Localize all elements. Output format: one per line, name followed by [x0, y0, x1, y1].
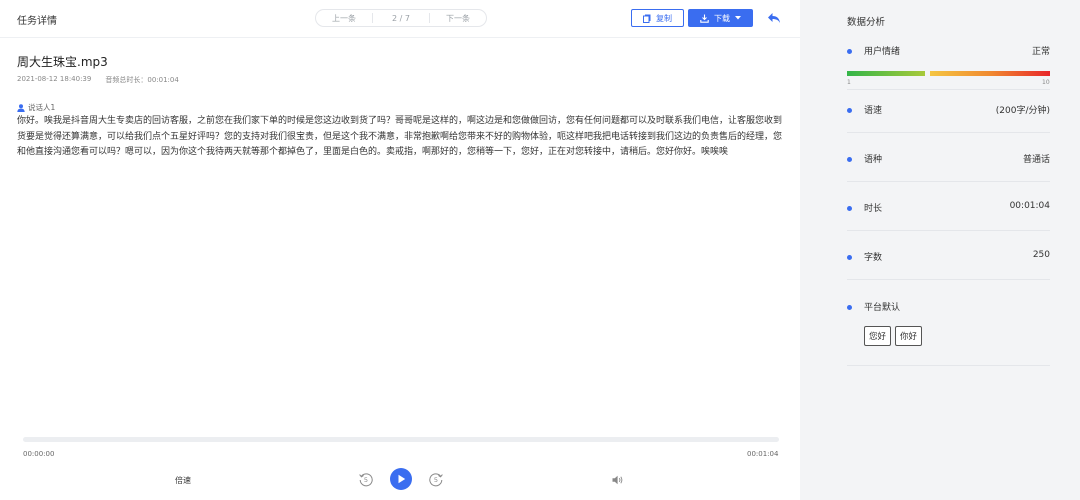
copy-button[interactable]: 复制 [631, 9, 684, 27]
bullet-dot [847, 206, 852, 211]
speaker-name: 说话人1 [28, 103, 56, 112]
chevron-down-icon [735, 16, 741, 20]
divider [847, 365, 1050, 366]
task-detail-panel: 任务详情 上一条 2 / 7 下一条 复制 下载 周大生珠宝.mp3 2021-… [0, 0, 800, 500]
stat-value: (200字/分钟) [995, 106, 1050, 116]
scale-min: 1 [847, 79, 851, 86]
file-datetime: 2021-08-12 18:40:39 [17, 75, 92, 83]
analysis-title: 数据分析 [847, 17, 886, 28]
divider [847, 89, 1050, 90]
copy-icon [643, 14, 651, 23]
stat-value: 250 [1032, 250, 1050, 260]
download-icon [700, 14, 709, 23]
stat-label: 平台默认 [864, 303, 901, 313]
platform-tag[interactable]: 您好 [864, 326, 892, 346]
data-analysis-panel: 数据分析 用户情绪 正常 1 10 语速 (200字/分钟) 语种 普通话 时长… [800, 0, 1080, 500]
page-title: 任务详情 [17, 16, 57, 27]
pager: 上一条 2 / 7 下一条 [315, 9, 487, 27]
emotion-scale-bar [847, 71, 1050, 76]
prev-button[interactable]: 上一条 [316, 13, 372, 24]
divider [847, 230, 1050, 231]
stat-label: 语种 [864, 155, 883, 165]
rewind-icon[interactable]: 5 [358, 471, 374, 487]
pager-position: 2 / 7 [392, 13, 410, 23]
bullet-dot [847, 305, 852, 310]
next-button[interactable]: 下一条 [430, 13, 486, 24]
volume-icon[interactable] [612, 475, 624, 485]
divider [847, 279, 1050, 280]
speed-button[interactable]: 倍速 [175, 475, 191, 486]
file-meta: 2021-08-12 18:40:39 音频总时长：00:01:04 [17, 75, 179, 85]
divider [847, 132, 1050, 133]
copy-label: 复制 [656, 13, 672, 23]
current-time: 00:00:00 [23, 450, 55, 458]
platform-tag[interactable]: 你好 [895, 326, 923, 346]
user-icon [17, 103, 25, 112]
scale-max: 10 [1042, 79, 1050, 86]
bullet-dot [847, 157, 852, 162]
platform-tags: 您好 你好 [864, 326, 923, 346]
stat-value: 00:01:04 [1009, 201, 1050, 211]
svg-text:5: 5 [364, 476, 368, 484]
file-name: 周大生珠宝.mp3 [17, 55, 108, 69]
bullet-dot [847, 49, 852, 54]
audio-duration: 音频总时长：00:01:04 [105, 76, 179, 84]
divider [847, 181, 1050, 182]
stat-label: 语速 [864, 106, 883, 116]
stat-label: 字数 [864, 253, 883, 263]
transcript-text: 你好。唉我是抖音周大生专卖店的回访客服，之前您在我们家下单的时候是您这边收到货了… [17, 116, 783, 157]
top-bar: 任务详情 上一条 2 / 7 下一条 复制 下载 [0, 0, 800, 38]
stat-label: 时长 [864, 204, 883, 214]
download-label: 下载 [714, 13, 730, 23]
total-time: 00:01:04 [747, 450, 779, 458]
stat-value: 普通话 [1022, 155, 1050, 165]
svg-text:5: 5 [434, 476, 438, 484]
play-icon [398, 474, 405, 484]
stat-value: 正常 [1031, 47, 1050, 57]
bullet-dot [847, 108, 852, 113]
play-button[interactable] [390, 468, 412, 490]
stat-label: 用户情绪 [864, 47, 901, 57]
back-icon[interactable] [766, 10, 782, 26]
speaker-label: 说话人1 [17, 102, 55, 113]
progress-bar[interactable] [23, 437, 779, 442]
bullet-dot [847, 255, 852, 260]
forward-icon[interactable]: 5 [428, 471, 444, 487]
download-button[interactable]: 下载 [688, 9, 753, 27]
